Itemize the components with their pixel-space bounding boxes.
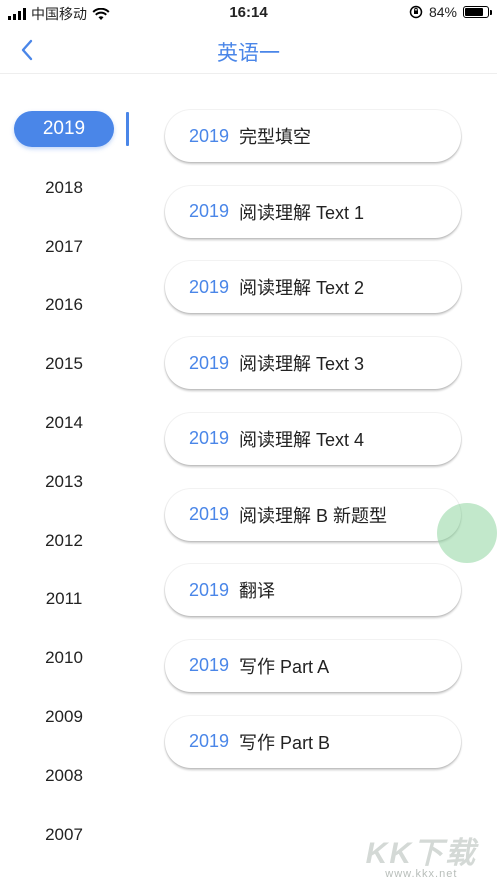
- question-item[interactable]: 2019 阅读理解 B 新题型: [165, 488, 461, 541]
- question-item-label: 写作 Part B: [239, 732, 331, 753]
- question-item-year: 2019: [189, 276, 230, 297]
- battery-fill: [465, 8, 484, 16]
- status-bar: 中国移动 16:14 84%: [0, 0, 497, 26]
- question-item-year: 2019: [189, 352, 230, 373]
- year-item-2007[interactable]: 2007: [14, 817, 114, 853]
- question-item[interactable]: 2019 翻译: [165, 564, 461, 617]
- question-item-label: 完型填空: [239, 127, 312, 147]
- battery-icon: [463, 6, 492, 18]
- year-item-2012[interactable]: 2012: [14, 523, 114, 559]
- year-item-2016[interactable]: 2016: [14, 287, 114, 323]
- question-item[interactable]: 2019 阅读理解 Text 1: [165, 185, 461, 238]
- question-item-year: 2019: [189, 125, 230, 146]
- year-item-2018[interactable]: 2018: [14, 170, 114, 206]
- status-right: 84%: [409, 4, 492, 20]
- question-item[interactable]: 2019 写作 Part B: [165, 715, 461, 768]
- year-item-2014[interactable]: 2014: [14, 405, 114, 441]
- question-item[interactable]: 2019 完型填空: [165, 110, 461, 162]
- question-item-label: 翻译: [239, 581, 276, 602]
- question-item[interactable]: 2019 写作 Part A: [165, 639, 461, 692]
- question-item-label: 阅读理解 Text 2: [239, 278, 365, 299]
- battery-percent: 84%: [428, 4, 457, 20]
- question-item-year: 2019: [189, 428, 230, 449]
- year-item-2010[interactable]: 2010: [14, 640, 114, 676]
- question-item-label: 阅读理解 Text 1: [239, 202, 365, 223]
- question-item[interactable]: 2019 阅读理解 Text 4: [165, 412, 461, 465]
- question-item-label: 阅读理解 Text 4: [239, 429, 365, 450]
- floating-assistive-button[interactable]: [437, 503, 497, 563]
- question-item-label: 写作 Part A: [239, 656, 330, 677]
- question-item-year: 2019: [189, 731, 230, 752]
- year-item-2011[interactable]: 2011: [14, 581, 114, 617]
- year-item-2013[interactable]: 2013: [14, 464, 114, 500]
- question-item-year: 2019: [189, 201, 230, 222]
- question-item-label: 阅读理解 B 新题型: [239, 505, 388, 526]
- page-title: 英语一: [217, 42, 280, 65]
- orientation-lock-icon: [409, 5, 423, 19]
- question-item-year: 2019: [189, 504, 230, 524]
- question-item-label: 阅读理解 Text 3: [239, 354, 365, 375]
- year-item-2009[interactable]: 2009: [14, 699, 114, 735]
- year-item-2019[interactable]: 2019: [14, 111, 114, 147]
- question-item-year: 2019: [189, 655, 230, 676]
- question-item-year: 2019: [189, 579, 230, 600]
- nav-bar: 英语一: [0, 26, 497, 74]
- year-item-2008[interactable]: 2008: [14, 758, 114, 794]
- question-item[interactable]: 2019 阅读理解 Text 2: [165, 261, 461, 314]
- year-item-2017[interactable]: 2017: [14, 229, 114, 265]
- selected-year-indicator: [126, 112, 129, 146]
- watermark-logo: KK下载: [365, 837, 477, 870]
- year-item-2015[interactable]: 2015: [14, 346, 114, 382]
- watermark: KK下载 www.kkx.net: [366, 828, 477, 880]
- question-item[interactable]: 2019 阅读理解 Text 3: [165, 337, 461, 390]
